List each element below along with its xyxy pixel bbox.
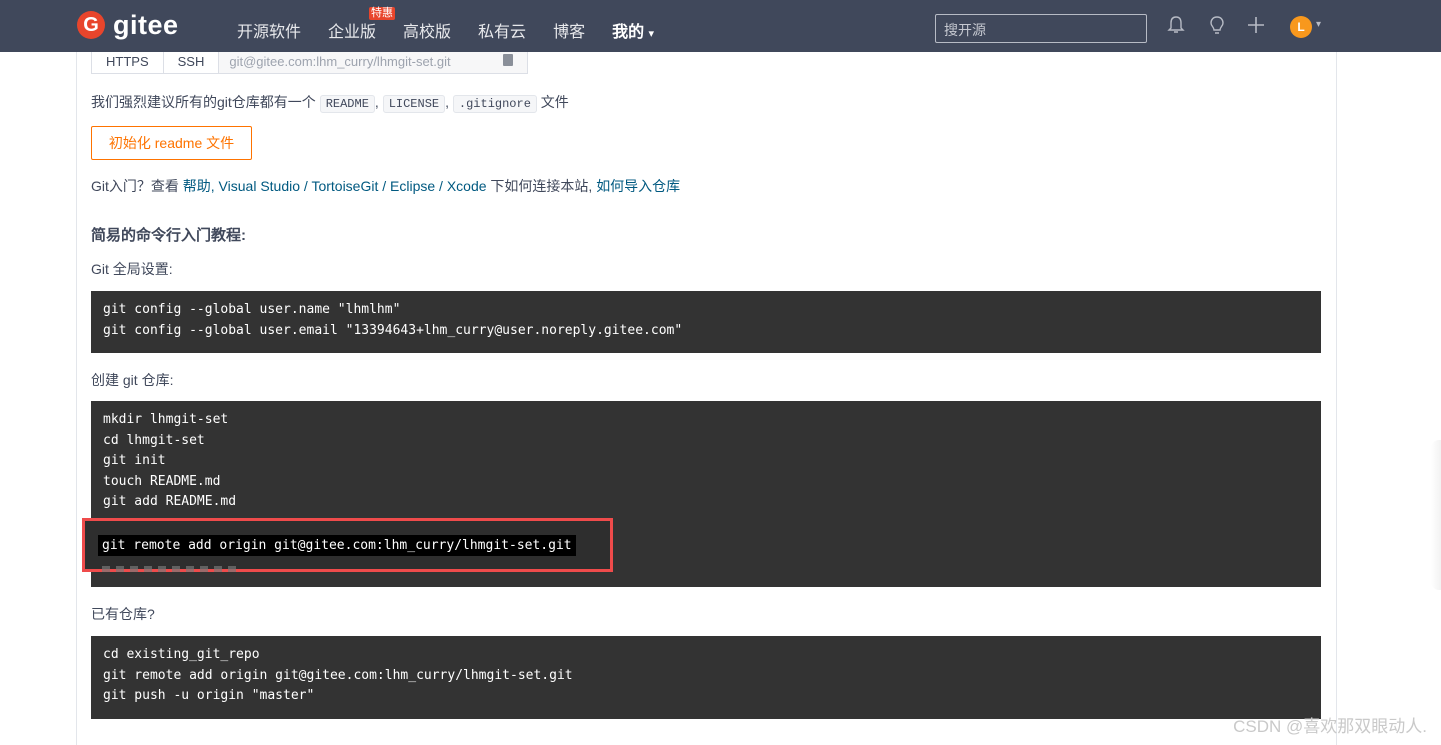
recommend-suffix: 文件 [540,94,569,110]
recommend-sep-2: , [445,94,449,110]
nav-enterprise[interactable]: 企业版 特惠 [328,7,396,42]
avatar-chevron-down-icon[interactable]: ▾ [1316,19,1321,30]
bell-icon[interactable] [1165,14,1187,36]
help-middle: 下如何连接本站, [486,178,597,194]
watermark: CSDN @喜欢那双眼动人. [1233,717,1427,736]
global-settings-code: git config --global user.name "lhmlhm" g… [91,291,1321,353]
clone-url-field[interactable]: git@gitee.com:lhm_curry/lhmgit-set.git [219,52,528,73]
gitee-logo-text: gitee [113,10,179,40]
search-input[interactable]: 搜开源 [935,14,1147,43]
promo-badge: 特惠 [369,7,396,20]
help-link[interactable]: 帮助 [183,178,211,194]
init-readme-button[interactable]: 初始化 readme 文件 [91,126,252,160]
nav-open-source[interactable]: 开源软件 [237,18,301,42]
gitignore-pill: .gitignore [452,95,537,113]
avatar[interactable]: L [1290,16,1312,38]
help-text: Git入门？查看 帮助, Visual Studio / TortoiseGit… [91,176,680,196]
plus-icon[interactable] [1245,14,1267,36]
tutorial-heading: 简易的命令行入门教程: [91,227,246,244]
side-scroll-shadow [1431,440,1441,590]
ide-tools-link[interactable]: , Visual Studio / TortoiseGit / Eclipse … [211,178,487,194]
nav-enterprise-label: 企业版 [328,24,377,41]
nav-blog[interactable]: 博客 [553,18,585,42]
copy-icon[interactable] [503,54,514,66]
chevron-down-icon: ▾ [648,28,655,40]
existing-repo-code: cd existing_git_repo git remote add orig… [91,636,1321,719]
nav-mine-label: 我的 [612,24,645,41]
recommend-text: 我们强烈建议所有的git仓库都有一个 README, LICENSE, .git… [91,92,569,113]
recommend-sep-1: , [374,94,379,110]
nav-education[interactable]: 高校版 [403,18,451,42]
top-navbar: G gitee 开源软件 企业版 特惠 高校版 私有云 博客 我的 ▾ 搜开源 … [0,0,1441,52]
tab-https[interactable]: HTTPS [92,52,164,73]
tab-ssh[interactable]: SSH [164,52,220,73]
highlighted-remote-command[interactable]: git remote add origin git@gitee.com:lhm_… [98,535,576,556]
import-repo-link[interactable]: 如何导入仓库 [596,178,680,194]
obscured-push-line [102,566,242,572]
help-prefix: Git入门？查看 [91,178,183,194]
gitee-logo-icon: G [77,11,105,39]
global-settings-label: Git 全局设置: [91,261,173,277]
gitee-logo[interactable]: G gitee [77,11,179,39]
clone-url-bar: HTTPS SSH git@gitee.com:lhm_curry/lhmgit… [91,52,529,74]
nav-private-cloud[interactable]: 私有云 [478,18,526,42]
lightbulb-icon[interactable] [1206,14,1228,36]
license-pill: LICENSE [382,95,446,113]
existing-repo-label: 已有仓库? [91,606,155,622]
create-repo-label: 创建 git 仓库: [91,372,174,388]
recommend-prefix: 我们强烈建议所有的git仓库都有一个 [91,94,316,110]
clone-url-text: git@gitee.com:lhm_curry/lhmgit-set.git [229,54,451,69]
nav-mine-dropdown[interactable]: 我的 ▾ [612,18,654,42]
main-nav: 开源软件 企业版 特惠 高校版 私有云 博客 我的 ▾ [237,7,681,42]
readme-pill: README [319,95,375,113]
